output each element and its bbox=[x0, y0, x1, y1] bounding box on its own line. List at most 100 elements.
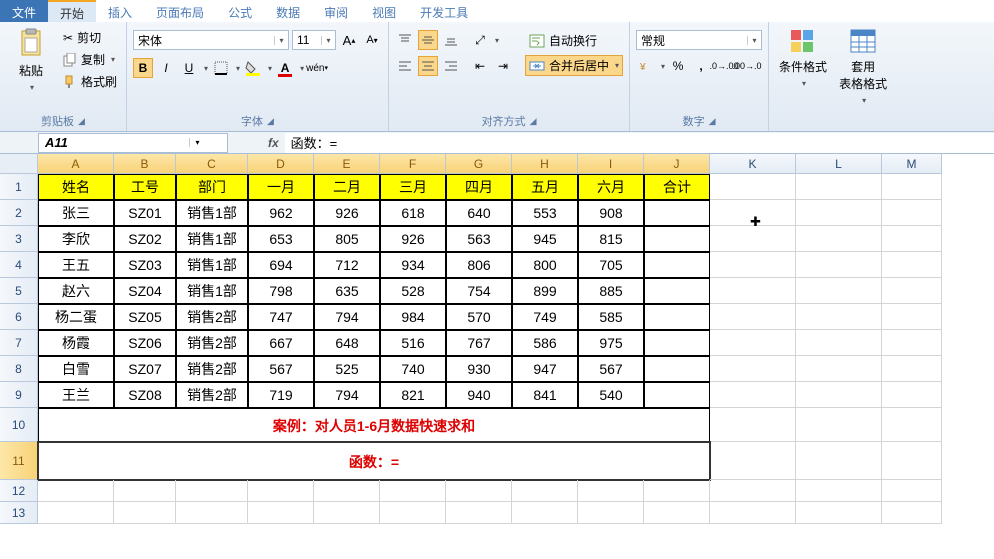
cell[interactable] bbox=[710, 356, 796, 382]
chevron-down-icon[interactable]: ▾ bbox=[747, 36, 761, 45]
cell[interactable]: 899 bbox=[512, 278, 578, 304]
cell[interactable]: 694 bbox=[248, 252, 314, 278]
cell[interactable]: 567 bbox=[248, 356, 314, 382]
chevron-down-icon[interactable]: ▾ bbox=[274, 36, 288, 45]
cell[interactable]: 930 bbox=[446, 356, 512, 382]
col-header[interactable]: L bbox=[796, 154, 882, 174]
cell[interactable]: SZ07 bbox=[114, 356, 176, 382]
cell[interactable]: 六月 bbox=[578, 174, 644, 200]
cell[interactable] bbox=[314, 480, 380, 502]
name-box[interactable]: ▾ bbox=[38, 133, 228, 153]
cell[interactable]: 747 bbox=[248, 304, 314, 330]
cell[interactable]: 工号 bbox=[114, 174, 176, 200]
cell[interactable] bbox=[882, 442, 942, 480]
increase-font-button[interactable]: A▴ bbox=[339, 30, 359, 50]
cell[interactable]: 648 bbox=[314, 330, 380, 356]
cell[interactable]: 945 bbox=[512, 226, 578, 252]
cell[interactable] bbox=[578, 480, 644, 502]
cell[interactable] bbox=[38, 502, 114, 524]
increase-indent-button[interactable]: ⇥ bbox=[493, 56, 513, 76]
font-name-input[interactable] bbox=[134, 31, 274, 49]
chevron-down-icon[interactable]: ▾ bbox=[300, 64, 304, 73]
cell[interactable]: 案例：对人员1-6月数据快速求和 bbox=[38, 408, 710, 442]
cell[interactable] bbox=[644, 480, 710, 502]
cell[interactable]: 525 bbox=[314, 356, 380, 382]
cell[interactable]: 806 bbox=[446, 252, 512, 278]
cell[interactable]: 740 bbox=[380, 356, 446, 382]
cell[interactable] bbox=[882, 226, 942, 252]
row-header[interactable]: 4 bbox=[0, 252, 38, 278]
dialog-launcher-icon[interactable]: ◢ bbox=[267, 116, 274, 127]
cell[interactable] bbox=[644, 330, 710, 356]
cell[interactable]: 553 bbox=[512, 200, 578, 226]
cell[interactable]: 885 bbox=[578, 278, 644, 304]
row-header[interactable]: 5 bbox=[0, 278, 38, 304]
cell[interactable]: SZ02 bbox=[114, 226, 176, 252]
cell[interactable] bbox=[710, 278, 796, 304]
cell[interactable]: 754 bbox=[446, 278, 512, 304]
cell[interactable]: 586 bbox=[512, 330, 578, 356]
col-header[interactable]: K bbox=[710, 154, 796, 174]
font-size-combo[interactable]: ▾ bbox=[292, 30, 336, 50]
cell[interactable] bbox=[882, 502, 942, 524]
cell[interactable] bbox=[796, 408, 882, 442]
decrease-font-button[interactable]: A▾ bbox=[362, 30, 382, 50]
cell[interactable] bbox=[796, 278, 882, 304]
cell[interactable] bbox=[882, 278, 942, 304]
cell[interactable] bbox=[710, 226, 796, 252]
cell[interactable]: 销售1部 bbox=[176, 252, 248, 278]
cell[interactable] bbox=[644, 252, 710, 278]
cell[interactable]: 合计 bbox=[644, 174, 710, 200]
phonetic-button[interactable]: wén▾ bbox=[307, 58, 327, 78]
cell[interactable]: 821 bbox=[380, 382, 446, 408]
cell[interactable] bbox=[644, 226, 710, 252]
cell[interactable]: 姓名 bbox=[38, 174, 114, 200]
cell[interactable]: 798 bbox=[248, 278, 314, 304]
cell[interactable]: 杨霞 bbox=[38, 330, 114, 356]
cell[interactable] bbox=[314, 502, 380, 524]
cell[interactable]: 800 bbox=[512, 252, 578, 278]
cell[interactable] bbox=[644, 278, 710, 304]
cell[interactable]: 三月 bbox=[380, 174, 446, 200]
number-format-input[interactable] bbox=[637, 31, 747, 49]
cell[interactable] bbox=[644, 356, 710, 382]
select-all-corner[interactable] bbox=[0, 154, 38, 174]
copy-button[interactable]: 复制▾ bbox=[60, 50, 120, 69]
cell[interactable]: 白雪 bbox=[38, 356, 114, 382]
row-header[interactable]: 3 bbox=[0, 226, 38, 252]
format-as-table-button[interactable]: 套用 表格格式▾ bbox=[835, 24, 891, 109]
cell[interactable]: 926 bbox=[314, 200, 380, 226]
tab-review[interactable]: 审阅 bbox=[312, 0, 360, 22]
row-header[interactable]: 1 bbox=[0, 174, 38, 200]
name-box-input[interactable] bbox=[39, 135, 189, 150]
cell[interactable]: 841 bbox=[512, 382, 578, 408]
cell[interactable]: 570 bbox=[446, 304, 512, 330]
col-header[interactable]: B bbox=[114, 154, 176, 174]
cell[interactable]: SZ08 bbox=[114, 382, 176, 408]
col-header[interactable]: I bbox=[578, 154, 644, 174]
decrease-indent-button[interactable]: ⇤ bbox=[470, 56, 490, 76]
row-header[interactable]: 6 bbox=[0, 304, 38, 330]
cell[interactable]: 杨二蛋 bbox=[38, 304, 114, 330]
row-header[interactable]: 8 bbox=[0, 356, 38, 382]
format-painter-button[interactable]: 格式刷 bbox=[60, 72, 120, 91]
cell[interactable]: 部门 bbox=[176, 174, 248, 200]
cell[interactable]: SZ04 bbox=[114, 278, 176, 304]
comma-button[interactable]: , bbox=[691, 56, 711, 76]
cell[interactable] bbox=[796, 330, 882, 356]
tab-page-layout[interactable]: 页面布局 bbox=[144, 0, 216, 22]
cell[interactable] bbox=[446, 480, 512, 502]
cell[interactable]: 667 bbox=[248, 330, 314, 356]
align-right-button[interactable] bbox=[441, 56, 461, 76]
cell[interactable]: 销售2部 bbox=[176, 382, 248, 408]
cell[interactable]: SZ01 bbox=[114, 200, 176, 226]
cell[interactable] bbox=[512, 502, 578, 524]
chevron-down-icon[interactable]: ▾ bbox=[236, 64, 240, 73]
cell[interactable] bbox=[380, 480, 446, 502]
cell[interactable] bbox=[38, 480, 114, 502]
tab-view[interactable]: 视图 bbox=[360, 0, 408, 22]
wrap-text-button[interactable]: 自动换行 bbox=[525, 30, 623, 51]
cell[interactable] bbox=[710, 304, 796, 330]
row-header[interactable]: 12 bbox=[0, 480, 38, 502]
increase-decimal-button[interactable]: .0→.00 bbox=[714, 56, 734, 76]
